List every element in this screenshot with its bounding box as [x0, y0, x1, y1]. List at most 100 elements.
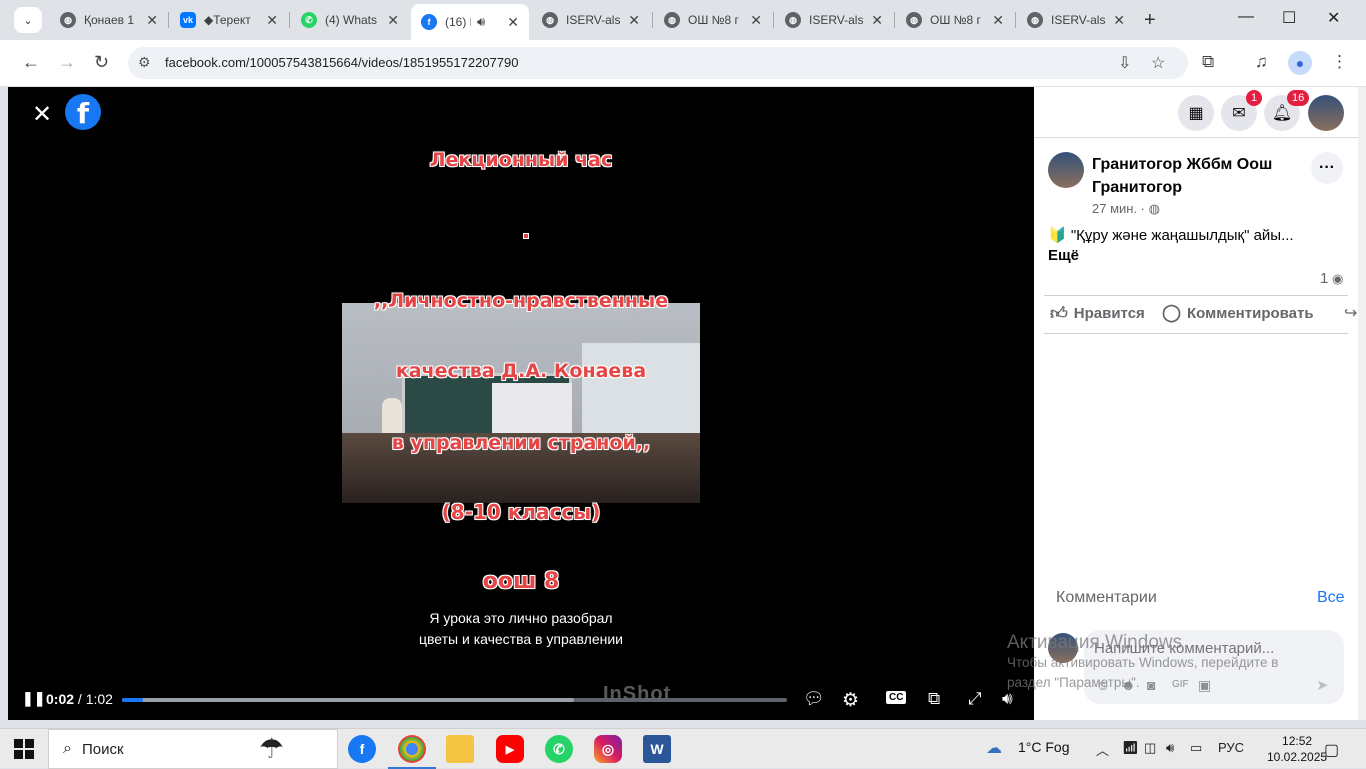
- slide-line: в управлении страной,,: [391, 432, 651, 454]
- page-name[interactable]: Гранитогор Жббм Оош Гранитогор: [1092, 153, 1302, 199]
- profile-avatar-icon[interactable]: ●: [1288, 51, 1312, 75]
- picture-in-picture-icon[interactable]: ⧉: [928, 689, 940, 709]
- slide-line: (8-10 классы): [441, 500, 601, 524]
- notifications-badge: 16: [1287, 90, 1310, 106]
- slide-line: оош 8: [482, 569, 560, 594]
- install-app-icon[interactable]: ⇩: [1118, 53, 1131, 73]
- facebook-logo-icon[interactable]: f: [65, 94, 101, 130]
- address-bar[interactable]: ⚙ facebook.com/100057543815664/videos/18…: [128, 47, 1188, 79]
- menu-grid-icon[interactable]: ▦: [1178, 95, 1214, 131]
- slide-dot: [523, 233, 529, 239]
- close-tab-icon[interactable]: ✕: [146, 12, 158, 29]
- weather-text[interactable]: 1°C Fog: [1018, 739, 1070, 755]
- search-icon: ⌕: [63, 740, 72, 757]
- network-icon[interactable]: 📶︎: [1122, 740, 1139, 756]
- file-explorer-icon[interactable]: [446, 735, 474, 763]
- tab-4-active[interactable]: f (16) F 🔊︎ ✕: [411, 4, 529, 40]
- tray-chevron-icon[interactable]: ︿: [1096, 740, 1109, 759]
- bookmark-star-icon[interactable]: ☆: [1151, 53, 1165, 73]
- forward-icon[interactable]: →: [58, 52, 76, 73]
- back-icon[interactable]: ←: [22, 52, 40, 73]
- menu-kebab-icon[interactable]: ⋮: [1331, 52, 1348, 72]
- media-control-icon[interactable]: ♫: [1255, 52, 1268, 72]
- video-caption: Я урока это лично разобрал цветы и качес…: [398, 599, 644, 659]
- current-time: 0:02: [46, 691, 75, 707]
- instagram-app-icon[interactable]: ◎: [594, 735, 622, 763]
- close-tab-icon[interactable]: ✕: [871, 12, 883, 29]
- post-more-options-button[interactable]: ···: [1311, 152, 1343, 184]
- view-count: 1: [1320, 270, 1329, 287]
- account-avatar[interactable]: [1308, 95, 1344, 131]
- close-tab-icon[interactable]: ✕: [628, 12, 640, 29]
- facebook-app-icon[interactable]: f: [348, 735, 376, 763]
- notification-center-icon[interactable]: ▢: [1324, 740, 1339, 760]
- facebook-icon: f: [421, 14, 437, 30]
- clock[interactable]: 12:52 10.02.2025: [1267, 733, 1327, 765]
- comments-filter-all[interactable]: Все: [1317, 589, 1345, 607]
- url-text[interactable]: facebook.com/100057543815664/videos/1851…: [165, 55, 518, 70]
- close-tab-icon[interactable]: ✕: [387, 12, 399, 29]
- close-tab-icon[interactable]: ✕: [266, 12, 278, 29]
- volume-tray-icon[interactable]: 🔊︎: [1166, 740, 1174, 756]
- youtube-app-icon[interactable]: ▶: [496, 735, 524, 763]
- weather-icon[interactable]: ☁: [986, 738, 1002, 758]
- extensions-icon[interactable]: ⧉: [1202, 52, 1214, 72]
- chrome-app-icon[interactable]: [388, 735, 436, 769]
- tab-3[interactable]: ✆ (4) Whats ✕: [291, 6, 409, 34]
- activation-text: раздел "Параметры".: [1007, 675, 1140, 690]
- fullscreen-icon[interactable]: ⤢: [968, 689, 982, 709]
- send-icon[interactable]: ➤: [1316, 676, 1329, 694]
- panel-scrollbar[interactable]: [1358, 87, 1366, 720]
- like-button[interactable]: 👍︎ Нравится: [1050, 303, 1145, 324]
- meet-now-icon[interactable]: ◫: [1144, 740, 1156, 756]
- settings-gear-icon[interactable]: ⚙: [842, 689, 859, 712]
- new-tab-icon[interactable]: +: [1144, 9, 1156, 32]
- close-icon[interactable]: ✕: [32, 100, 52, 129]
- minimize-icon[interactable]: —: [1238, 8, 1254, 26]
- close-tab-icon[interactable]: ✕: [992, 12, 1004, 29]
- public-globe-icon: ◍: [1148, 201, 1160, 216]
- eye-icon: ◉: [1332, 271, 1344, 286]
- comment-bubble-icon[interactable]: 💬︎: [803, 689, 825, 709]
- slide-line: ,,Личностно-нравственные: [373, 290, 669, 312]
- video-player[interactable]: ✕ f Лекционный час ,,Личностно-нравствен…: [8, 87, 1034, 720]
- close-tab-icon[interactable]: ✕: [507, 14, 519, 31]
- tab-search-button[interactable]: ⌄: [14, 7, 42, 33]
- comment-button[interactable]: ◯ Комментировать: [1162, 303, 1314, 323]
- site-info-icon[interactable]: ⚙: [138, 54, 151, 71]
- thumbs-up-icon: 👍︎: [1050, 304, 1068, 323]
- activation-title: Активация Windows: [1007, 632, 1183, 653]
- battery-icon[interactable]: ▭: [1190, 740, 1202, 756]
- pause-icon[interactable]: ❚❚: [22, 690, 45, 707]
- word-app-icon[interactable]: W: [643, 735, 671, 763]
- close-tab-icon[interactable]: ✕: [1113, 12, 1125, 29]
- share-icon[interactable]: ↪: [1344, 303, 1357, 323]
- progress-bar[interactable]: [122, 698, 787, 702]
- taskbar-search[interactable]: ⌕ Поиск ☂: [48, 729, 338, 769]
- closed-captions-icon[interactable]: CC: [886, 691, 907, 704]
- messenger-badge: 1: [1246, 90, 1263, 106]
- page-avatar[interactable]: [1048, 152, 1084, 188]
- language-indicator[interactable]: РУС: [1218, 740, 1244, 755]
- tab-6[interactable]: ◍ ОШ №8 г ✕: [654, 6, 772, 34]
- close-tab-icon[interactable]: ✕: [750, 12, 762, 29]
- whatsapp-app-icon[interactable]: ✆: [545, 735, 573, 763]
- close-window-icon[interactable]: ✕: [1327, 8, 1340, 28]
- reload-icon[interactable]: ↻: [94, 52, 109, 73]
- tab-1[interactable]: ◍ Қонаев 1 ✕: [50, 6, 168, 34]
- tab-7[interactable]: ◍ ISERV-als ✕: [775, 6, 893, 34]
- maximize-icon[interactable]: ☐: [1282, 8, 1296, 28]
- post-timestamp[interactable]: 27 мин. · ◍: [1092, 201, 1160, 217]
- comment-icon: ◯: [1162, 303, 1182, 322]
- progress-played: [122, 698, 144, 702]
- tab-8[interactable]: ◍ ОШ №8 г ✕: [896, 6, 1014, 34]
- windows-start-icon[interactable]: [14, 739, 34, 759]
- see-more-link[interactable]: Ещё: [1048, 247, 1079, 264]
- search-label: Поиск: [81, 740, 124, 758]
- tab-9[interactable]: ◍ ISERV-als ✕: [1017, 6, 1135, 34]
- speaker-icon[interactable]: 🔊︎: [477, 14, 485, 30]
- vk-icon: vk: [180, 12, 196, 28]
- slide-title: Лекционный час: [429, 149, 613, 171]
- tab-5[interactable]: ◍ ISERV-als ✕: [532, 6, 650, 34]
- tab-2[interactable]: vk ◆Терект ✕: [170, 6, 288, 34]
